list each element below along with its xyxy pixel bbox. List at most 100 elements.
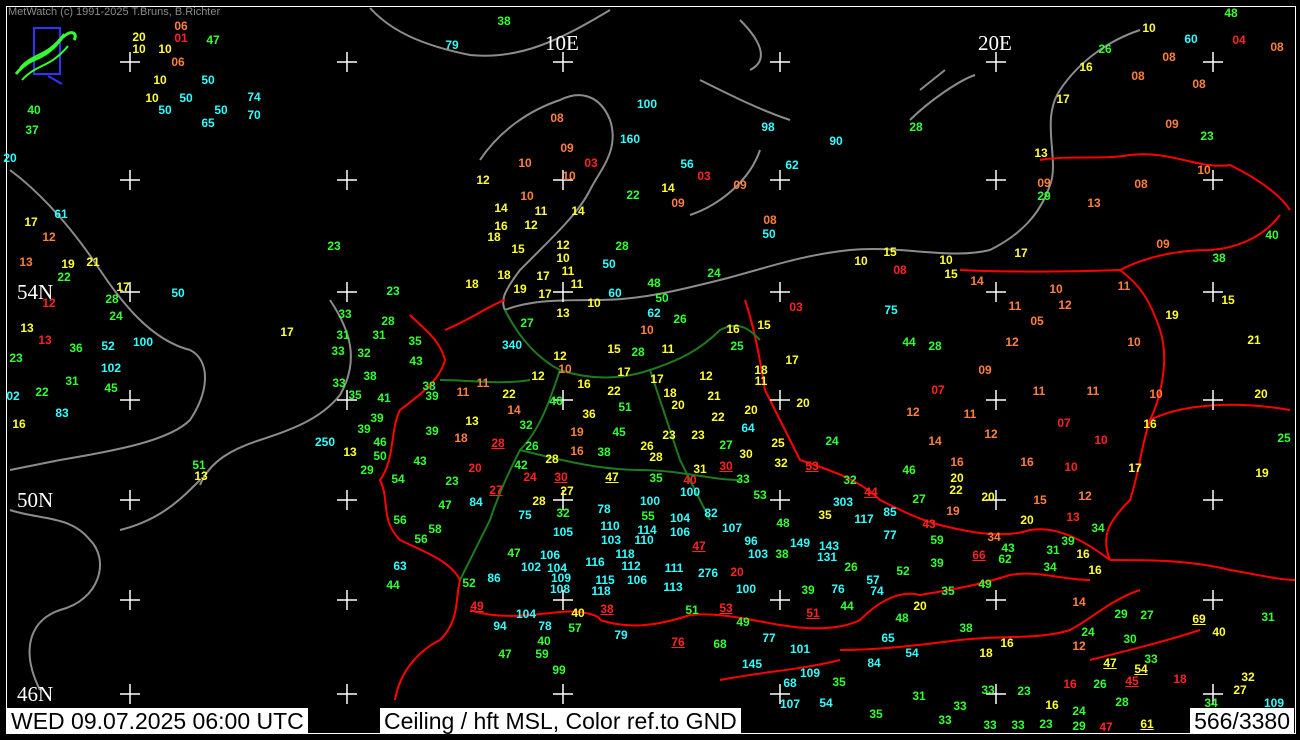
station-ceiling-value[interactable]: 51 — [618, 400, 631, 414]
station-ceiling-value[interactable]: 19 — [513, 282, 526, 296]
station-ceiling-value[interactable]: 250 — [315, 435, 335, 449]
station-ceiling-value[interactable]: 16 — [570, 444, 583, 458]
station-ceiling-value[interactable]: 50 — [158, 103, 171, 117]
station-ceiling-value[interactable]: 14 — [1072, 595, 1085, 609]
station-ceiling-value[interactable]: 24 — [1072, 704, 1085, 718]
station-ceiling-value[interactable]: 27 — [560, 484, 573, 498]
station-ceiling-value[interactable]: 13 — [20, 321, 33, 335]
station-ceiling-value[interactable]: 39 — [1061, 534, 1074, 548]
station-ceiling-value[interactable]: 11 — [457, 385, 470, 399]
station-ceiling-value[interactable]: 44 — [840, 599, 853, 613]
station-ceiling-value[interactable]: 37 — [25, 123, 38, 137]
station-ceiling-value[interactable]: 44 — [864, 485, 877, 499]
station-ceiling-value[interactable]: 17 — [785, 353, 798, 367]
station-ceiling-value[interactable]: 51 — [806, 606, 819, 620]
station-ceiling-value[interactable]: 62 — [647, 306, 660, 320]
station-ceiling-value[interactable]: 08 — [1134, 177, 1147, 191]
station-ceiling-value[interactable]: 15 — [1221, 293, 1234, 307]
station-ceiling-value[interactable]: 46 — [373, 435, 386, 449]
station-ceiling-value[interactable]: 40 — [27, 103, 40, 117]
station-ceiling-value[interactable]: 28 — [532, 494, 545, 508]
station-ceiling-value[interactable]: 10 — [1149, 387, 1162, 401]
station-ceiling-value[interactable]: 74 — [247, 90, 260, 104]
station-ceiling-value[interactable]: 18 — [454, 431, 467, 445]
station-ceiling-value[interactable]: 78 — [538, 619, 551, 633]
station-ceiling-value[interactable]: 107 — [722, 521, 742, 535]
station-ceiling-value[interactable]: 35 — [818, 508, 831, 522]
station-ceiling-value[interactable]: 39 — [357, 422, 370, 436]
station-ceiling-value[interactable]: 41 — [377, 391, 390, 405]
station-ceiling-value[interactable]: 61 — [1140, 717, 1153, 731]
station-ceiling-value[interactable]: 23 — [1200, 129, 1213, 143]
station-ceiling-value[interactable]: 11 — [1033, 384, 1046, 398]
station-ceiling-value[interactable]: 26 — [525, 439, 538, 453]
station-ceiling-value[interactable]: 08 — [1270, 40, 1283, 54]
station-ceiling-value[interactable]: 25 — [1277, 431, 1290, 445]
station-ceiling-value[interactable]: 17 — [1128, 461, 1141, 475]
station-ceiling-value[interactable]: 76 — [831, 582, 844, 596]
station-ceiling-value[interactable]: 10 — [1064, 460, 1077, 474]
station-ceiling-value[interactable]: 65 — [201, 116, 214, 130]
station-ceiling-value[interactable]: 11 — [755, 374, 768, 388]
station-ceiling-value[interactable]: 19 — [61, 257, 74, 271]
station-ceiling-value[interactable]: 16 — [1143, 417, 1156, 431]
station-ceiling-value[interactable]: 34 — [1091, 521, 1104, 535]
station-ceiling-value[interactable]: 102 — [521, 560, 541, 574]
station-ceiling-value[interactable]: 64 — [741, 421, 754, 435]
station-ceiling-value[interactable]: 23 — [327, 239, 340, 253]
station-ceiling-value[interactable]: 12 — [556, 238, 569, 252]
station-ceiling-value[interactable]: 17 — [1014, 246, 1027, 260]
station-ceiling-value[interactable]: 103 — [601, 533, 621, 547]
station-ceiling-value[interactable]: 16 — [950, 455, 963, 469]
station-ceiling-value[interactable]: 11 — [964, 407, 977, 421]
station-ceiling-value[interactable]: 11 — [1118, 279, 1131, 293]
station-ceiling-value[interactable]: 09 — [733, 178, 746, 192]
station-ceiling-value[interactable]: 33 — [736, 472, 749, 486]
station-ceiling-value[interactable]: 12 — [524, 218, 537, 232]
station-ceiling-value[interactable]: 27 — [489, 483, 502, 497]
station-ceiling-value[interactable]: 28 — [491, 436, 504, 450]
station-ceiling-value[interactable]: 23 — [1017, 684, 1030, 698]
station-ceiling-value[interactable]: 38 — [600, 602, 613, 616]
station-ceiling-value[interactable]: 43 — [922, 517, 935, 531]
station-ceiling-value[interactable]: 68 — [713, 637, 726, 651]
station-ceiling-value[interactable]: 10 — [939, 253, 952, 267]
station-ceiling-value[interactable]: 33 — [983, 718, 996, 732]
station-ceiling-value[interactable]: 23 — [662, 428, 675, 442]
station-ceiling-value[interactable]: 79 — [614, 628, 627, 642]
station-ceiling-value[interactable]: 118 — [591, 584, 610, 598]
station-ceiling-value[interactable]: 10 — [158, 42, 171, 56]
station-ceiling-value[interactable]: 50 — [762, 227, 775, 241]
station-ceiling-value[interactable]: 20 — [913, 599, 926, 613]
station-ceiling-value[interactable]: 32 — [843, 473, 856, 487]
station-ceiling-value[interactable]: 20 — [1020, 513, 1033, 527]
station-ceiling-value[interactable]: 22 — [711, 410, 724, 424]
station-ceiling-value[interactable]: 39 — [425, 424, 438, 438]
station-ceiling-value[interactable]: 50 — [214, 103, 227, 117]
station-ceiling-value[interactable]: 20 — [744, 403, 757, 417]
station-ceiling-value[interactable]: 40 — [571, 606, 584, 620]
station-ceiling-value[interactable]: 08 — [550, 111, 563, 125]
station-ceiling-value[interactable]: 29 — [1072, 719, 1085, 733]
station-ceiling-value[interactable]: 57 — [568, 621, 581, 635]
station-ceiling-value[interactable]: 26 — [844, 560, 857, 574]
station-ceiling-value[interactable]: 10 — [1197, 163, 1210, 177]
station-ceiling-value[interactable]: 12 — [42, 296, 55, 310]
station-ceiling-value[interactable]: 30 — [739, 447, 752, 461]
station-ceiling-value[interactable]: 19 — [570, 425, 583, 439]
station-ceiling-value[interactable]: 28 — [615, 239, 628, 253]
station-ceiling-value[interactable]: 10 — [640, 323, 653, 337]
station-ceiling-value[interactable]: 10 — [518, 156, 531, 170]
station-ceiling-value[interactable]: 24 — [825, 434, 838, 448]
station-ceiling-value[interactable]: 12 — [699, 369, 712, 383]
station-ceiling-value[interactable]: 40 — [1265, 228, 1278, 242]
station-ceiling-value[interactable]: 24 — [707, 266, 720, 280]
station-ceiling-value[interactable]: 24 — [109, 309, 122, 323]
station-ceiling-value[interactable]: 77 — [762, 631, 775, 645]
station-ceiling-value[interactable]: 20 — [671, 398, 684, 412]
station-ceiling-value[interactable]: 23 — [1039, 717, 1052, 731]
station-ceiling-value[interactable]: 17 — [1056, 92, 1069, 106]
station-ceiling-value[interactable]: 08 — [1162, 50, 1175, 64]
station-ceiling-value[interactable]: 33 — [981, 683, 994, 697]
station-ceiling-value[interactable]: 103 — [748, 547, 768, 561]
